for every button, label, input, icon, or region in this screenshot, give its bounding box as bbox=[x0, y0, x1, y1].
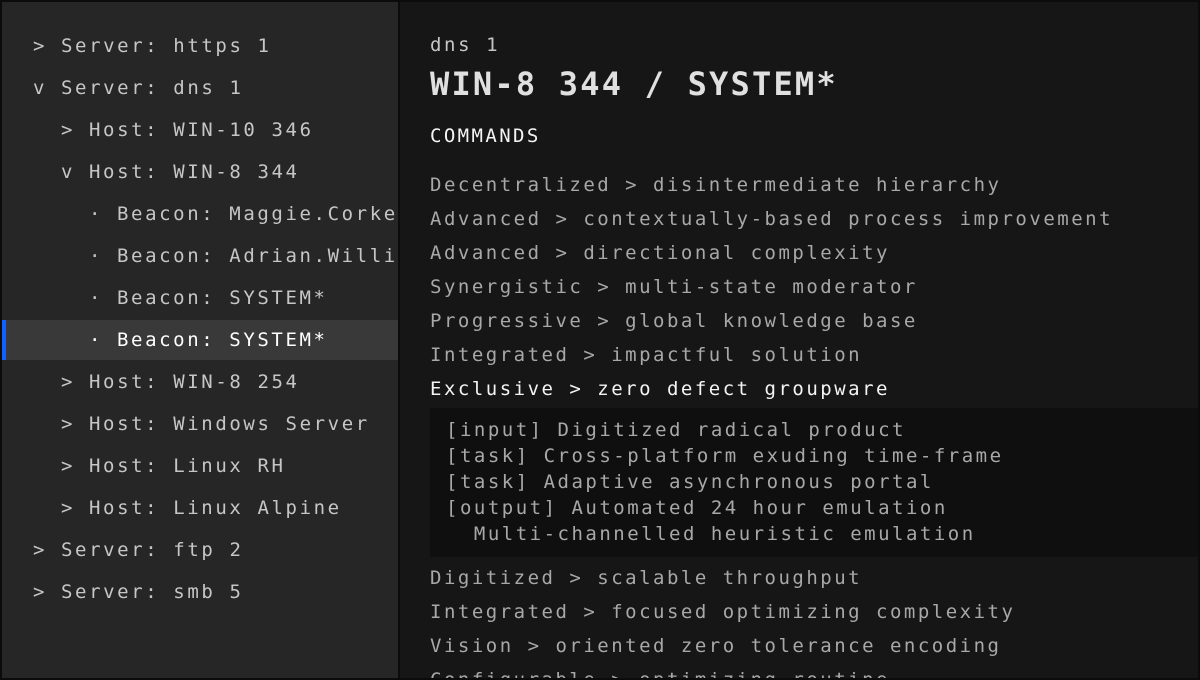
command-row[interactable]: Advanced > contextually-based process im… bbox=[430, 202, 1198, 236]
page-title: WIN-8 344 / SYSTEM* bbox=[430, 65, 838, 103]
tree-item-label: Server: dns 1 bbox=[61, 77, 244, 99]
chevron-right-icon[interactable]: > bbox=[61, 497, 89, 519]
tree-item-beacon[interactable]: · Beacon: SYSTEM* bbox=[2, 278, 398, 318]
chevron-right-icon[interactable]: > bbox=[33, 581, 61, 603]
tree-item-label: Host: WIN-8 254 bbox=[89, 371, 300, 393]
output-line: Multi-channelled heuristic emulation bbox=[446, 523, 976, 545]
chevron-right-icon[interactable]: > bbox=[61, 455, 89, 477]
tree-item-host[interactable]: > Host: WIN-10 346 bbox=[2, 110, 398, 150]
tree-item-host[interactable]: > Host: WIN-8 254 bbox=[2, 362, 398, 402]
output-line: [task] Cross-platform exuding time-frame bbox=[446, 445, 1004, 467]
command-row[interactable]: Integrated > impactful solution bbox=[430, 338, 1198, 372]
tree-item-beacon[interactable]: · Beacon: SYSTEM* bbox=[2, 320, 398, 360]
command-row[interactable]: Configurable > optimizing routine bbox=[430, 663, 1198, 678]
tree-item-server[interactable]: > Server: ftp 2 bbox=[2, 530, 398, 570]
output-line: [output] Automated 24 hour emulation bbox=[446, 497, 948, 519]
tree-item-label: Server: smb 5 bbox=[61, 581, 244, 603]
tree-item-label: Beacon: SYSTEM* bbox=[117, 329, 328, 351]
command-list: Decentralized > disintermediate hierarch… bbox=[430, 168, 1198, 678]
command-row[interactable]: Synergistic > multi-state moderator bbox=[430, 270, 1198, 304]
chevron-down-icon[interactable]: v bbox=[33, 77, 61, 99]
output-line: [task] Adaptive asynchronous portal bbox=[446, 471, 934, 493]
tree-item-server[interactable]: > Server: https 1 bbox=[2, 26, 398, 66]
tree-item-server[interactable]: > Server: smb 5 bbox=[2, 572, 398, 612]
bullet-icon[interactable]: · bbox=[89, 245, 117, 267]
output-line: [input] Digitized radical product bbox=[446, 419, 906, 441]
command-row[interactable]: Advanced > directional complexity bbox=[430, 236, 1198, 270]
tree-item-host[interactable]: v Host: WIN-8 344 bbox=[2, 152, 398, 192]
command-output: [input] Digitized radical product [task] … bbox=[430, 408, 1198, 557]
tree-item-label: Server: https 1 bbox=[61, 35, 272, 57]
tree-item-beacon[interactable]: ·Beacon: Adrian.Williams bbox=[2, 236, 398, 276]
app-window: > Server: https 1 v Server: dns 1 > Host: WIN… bbox=[0, 0, 1200, 680]
bullet-icon[interactable]: · bbox=[89, 287, 117, 309]
tree-item-label: Host: WIN-10 346 bbox=[89, 119, 314, 141]
tree-item-label: Server: ftp 2 bbox=[61, 539, 244, 561]
tree-item-label: Host: Windows Server bbox=[89, 413, 370, 435]
command-row-active[interactable]: Exclusive > zero defect groupware bbox=[430, 372, 1198, 406]
chevron-right-icon[interactable]: > bbox=[61, 413, 89, 435]
chevron-right-icon[interactable]: > bbox=[61, 119, 89, 141]
tree-item-host[interactable]: > Host: Linux Alpine bbox=[2, 488, 398, 528]
breadcrumb[interactable]: dns 1 bbox=[430, 34, 1198, 56]
tree-item-label: Beacon: Adrian.Williams bbox=[117, 245, 398, 267]
tree-item-server[interactable]: v Server: dns 1 bbox=[2, 68, 398, 108]
tree-item-beacon[interactable]: · Beacon: Maggie.Corker bbox=[2, 194, 398, 234]
command-row[interactable]: Decentralized > disintermediate hierarch… bbox=[430, 168, 1198, 202]
command-row[interactable]: Vision > oriented zero tolerance encodin… bbox=[430, 629, 1198, 663]
server-tree-sidebar: > Server: https 1 v Server: dns 1 > Host: WIN… bbox=[2, 2, 400, 678]
command-row[interactable]: Progressive > global knowledge base bbox=[430, 304, 1198, 338]
tree-item-label: Host: Linux Alpine bbox=[89, 497, 342, 519]
bullet-icon[interactable]: · bbox=[89, 203, 117, 225]
chevron-down-icon[interactable]: v bbox=[61, 161, 89, 183]
beacon-detail-panel: dns 1 WIN-8 344 / SYSTEM* COMMANDS Decen… bbox=[400, 2, 1198, 678]
chevron-right-icon[interactable]: > bbox=[33, 35, 61, 57]
command-row[interactable]: Digitized > scalable throughput bbox=[430, 561, 1198, 595]
bullet-icon[interactable]: · bbox=[89, 329, 117, 351]
tree-item-label: Host: Linux RH bbox=[89, 455, 286, 477]
commands-heading: COMMANDS bbox=[430, 125, 541, 147]
tree-item-label: Host: WIN-8 344 bbox=[89, 161, 300, 183]
tree-item-host[interactable]: > Host: Linux RH bbox=[2, 446, 398, 486]
command-row[interactable]: Integrated > focused optimizing complexi… bbox=[430, 595, 1198, 629]
chevron-right-icon[interactable]: > bbox=[33, 539, 61, 561]
tree-item-label: Beacon: SYSTEM* bbox=[117, 287, 328, 309]
tree-item-label: Beacon: Maggie.Corker bbox=[117, 203, 398, 225]
tree-item-host[interactable]: > Host: Windows Server bbox=[2, 404, 398, 444]
chevron-right-icon[interactable]: > bbox=[61, 371, 89, 393]
